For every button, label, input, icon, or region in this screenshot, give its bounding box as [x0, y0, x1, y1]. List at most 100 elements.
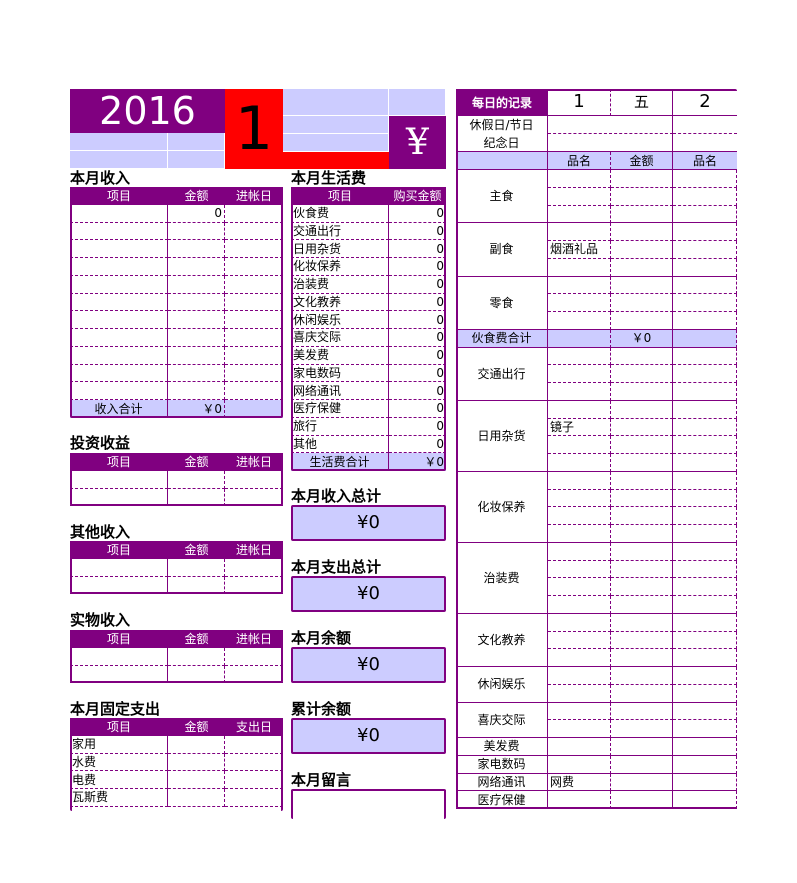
daily-cell[interactable] [673, 276, 737, 295]
daily-cell[interactable] [611, 649, 673, 667]
daily-cell[interactable] [548, 507, 611, 525]
daily-cell[interactable] [673, 596, 737, 614]
table-cell[interactable] [70, 470, 168, 489]
daily-cell[interactable] [673, 613, 737, 632]
table-cell[interactable] [168, 735, 225, 754]
daily-cell[interactable] [673, 560, 737, 579]
daily-cell[interactable] [673, 738, 737, 756]
table-cell[interactable] [225, 666, 283, 684]
daily-cell[interactable] [611, 684, 673, 703]
daily-cell[interactable] [548, 791, 611, 809]
daily-cell[interactable] [611, 489, 673, 508]
table-cell[interactable] [168, 275, 225, 294]
daily-cell[interactable] [548, 170, 611, 188]
daily-cell[interactable] [611, 702, 673, 721]
daily-cell[interactable] [673, 702, 737, 721]
daily-cell[interactable] [611, 613, 673, 632]
table-cell[interactable]: 网络通讯 [291, 382, 389, 400]
table-cell[interactable] [70, 382, 168, 400]
daily-cell[interactable] [548, 542, 611, 561]
table-cell[interactable]: 0 [389, 311, 446, 329]
daily-cell[interactable] [548, 720, 611, 738]
daily-cell[interactable] [548, 738, 611, 756]
table-cell[interactable] [168, 576, 225, 595]
daily-cell[interactable] [611, 631, 673, 650]
table-cell[interactable] [225, 258, 283, 276]
table-cell[interactable] [168, 293, 225, 312]
daily-cell[interactable] [611, 560, 673, 579]
daily-cell[interactable] [548, 631, 611, 650]
daily-cell[interactable] [673, 312, 737, 330]
table-cell[interactable] [70, 311, 168, 329]
daily-cell[interactable]: 镜子 [548, 418, 611, 437]
daily-cell[interactable] [548, 684, 611, 703]
daily-cell[interactable] [673, 755, 737, 774]
daily-cell[interactable] [673, 187, 737, 206]
table-cell[interactable] [168, 558, 225, 577]
table-cell[interactable] [70, 275, 168, 294]
daily-cell[interactable] [548, 755, 611, 774]
anniversary-cell[interactable] [673, 134, 737, 152]
table-cell[interactable] [70, 665, 168, 684]
daily-cell[interactable] [548, 187, 611, 206]
daily-cell[interactable] [611, 436, 673, 454]
table-cell[interactable] [168, 311, 225, 329]
daily-cell[interactable] [611, 596, 673, 614]
daily-cell[interactable] [673, 454, 737, 472]
daily-cell[interactable] [673, 294, 737, 312]
daily-cell[interactable] [673, 365, 737, 383]
table-cell[interactable]: 伙食费 [291, 204, 389, 223]
table-cell[interactable]: 化妆保养 [291, 258, 389, 276]
daily-cell[interactable] [611, 205, 673, 224]
daily-cell[interactable] [611, 507, 673, 525]
daily-cell[interactable] [611, 294, 673, 312]
holiday-cell[interactable] [673, 116, 737, 134]
daily-cell[interactable] [548, 454, 611, 472]
table-cell[interactable]: 0 [389, 382, 446, 400]
table-cell[interactable]: 水费 [70, 753, 168, 772]
table-cell[interactable]: 0 [389, 400, 446, 418]
table-cell[interactable] [225, 276, 283, 294]
daily-cell[interactable] [611, 454, 673, 472]
table-cell[interactable]: 0 [389, 294, 446, 312]
table-cell[interactable] [225, 559, 283, 577]
table-cell[interactable] [70, 346, 168, 365]
daily-cell[interactable] [611, 170, 673, 188]
table-cell[interactable]: 0 [389, 347, 446, 365]
table-cell[interactable]: 喜庆交际 [291, 329, 389, 347]
daily-cell[interactable] [548, 471, 611, 490]
table-cell[interactable]: 瓦斯费 [70, 789, 168, 807]
table-cell[interactable] [70, 204, 168, 223]
daily-cell[interactable] [548, 667, 611, 685]
daily-cell[interactable] [548, 258, 611, 277]
daily-cell[interactable] [548, 312, 611, 330]
table-cell[interactable] [70, 558, 168, 577]
table-cell[interactable] [225, 771, 283, 789]
table-cell[interactable] [168, 258, 225, 276]
daily-cell[interactable] [611, 525, 673, 543]
daily-cell[interactable] [673, 684, 737, 703]
daily-cell[interactable] [673, 329, 737, 348]
daily-cell[interactable] [548, 365, 611, 383]
daily-cell[interactable] [611, 667, 673, 685]
table-cell[interactable] [225, 329, 283, 347]
daily-cell[interactable] [673, 400, 737, 419]
daily-cell[interactable] [548, 400, 611, 419]
daily-cell[interactable] [673, 542, 737, 561]
table-cell[interactable]: 文化教养 [291, 293, 389, 312]
table-cell[interactable] [225, 489, 283, 507]
daily-cell[interactable] [673, 436, 737, 454]
table-cell[interactable] [168, 470, 225, 489]
table-cell[interactable]: 家用 [70, 735, 168, 754]
table-cell[interactable] [225, 347, 283, 365]
table-cell[interactable] [168, 771, 225, 789]
daily-cell[interactable]: ￥0 [611, 329, 673, 348]
daily-cell[interactable] [611, 187, 673, 206]
daily-cell[interactable] [611, 542, 673, 561]
daily-cell[interactable] [548, 702, 611, 721]
daily-cell[interactable] [611, 418, 673, 437]
daily-cell[interactable] [548, 276, 611, 295]
table-cell[interactable]: 0 [389, 276, 446, 294]
table-cell[interactable]: 0 [389, 418, 446, 436]
table-cell[interactable] [168, 329, 225, 347]
